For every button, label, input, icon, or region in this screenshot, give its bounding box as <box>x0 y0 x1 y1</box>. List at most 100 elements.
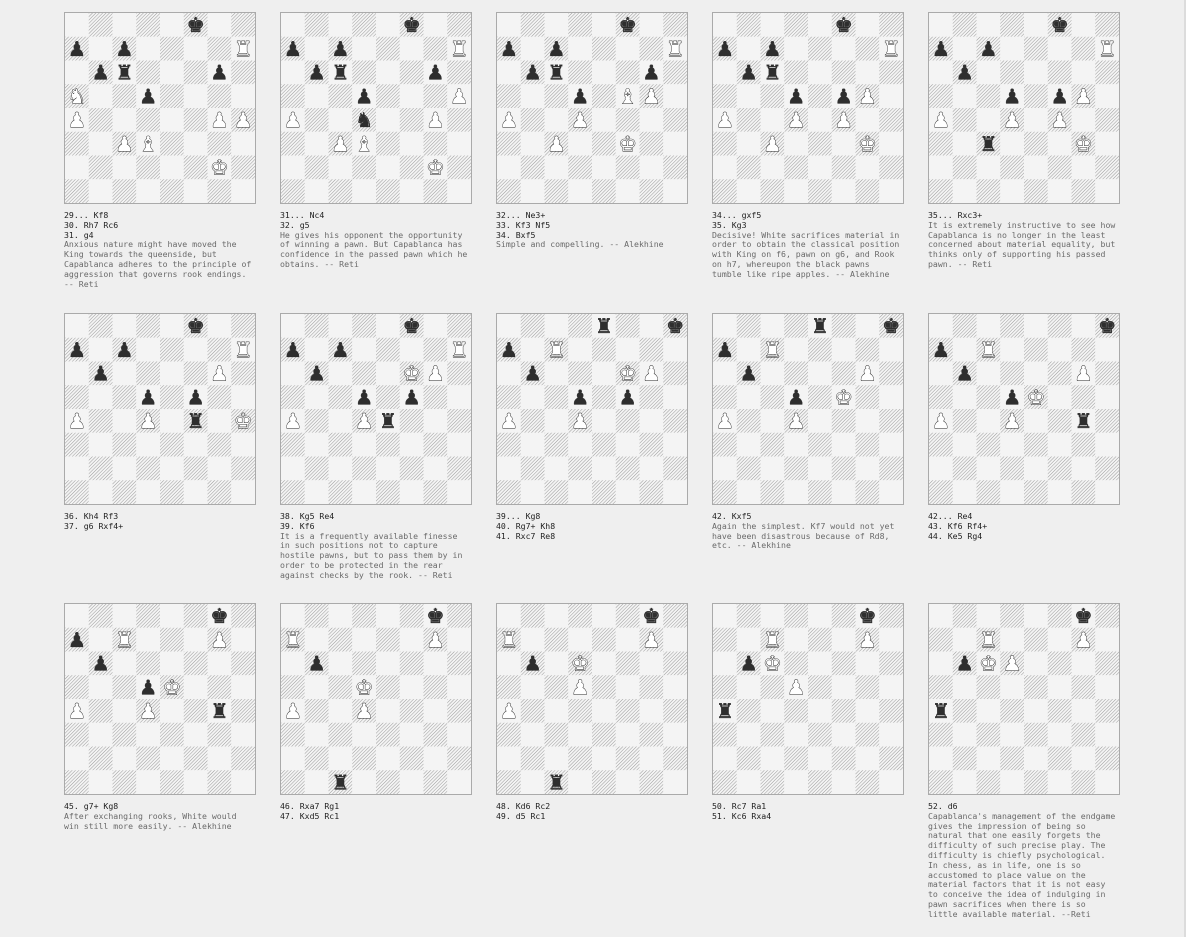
light-square <box>929 314 953 338</box>
dark-square <box>976 770 1001 794</box>
light-square <box>160 651 184 676</box>
black-pawn-icon: ♟ <box>642 61 660 85</box>
light-square <box>952 179 977 203</box>
black-pawn-icon: ♟ <box>523 652 541 676</box>
dark-square <box>497 770 521 794</box>
dark-square <box>952 409 977 433</box>
dark-square <box>207 84 232 109</box>
white-pawn-icon: ♟ <box>1074 84 1092 108</box>
light-square <box>544 314 569 338</box>
dark-square <box>663 361 687 386</box>
light-square <box>65 155 89 180</box>
dark-square <box>568 746 593 771</box>
dark-square <box>520 456 545 481</box>
dark-square <box>497 84 521 109</box>
light-square <box>736 131 761 156</box>
black-rook-icon: ♜ <box>547 770 565 794</box>
dark-square <box>879 155 903 180</box>
light-square <box>328 155 353 180</box>
light-square <box>207 409 232 433</box>
dark-square <box>760 179 785 203</box>
light-square <box>183 84 208 109</box>
dark-square <box>88 746 113 771</box>
light-square <box>423 699 448 723</box>
light-square <box>281 746 305 771</box>
white-pawn-icon: ♟ <box>500 699 518 723</box>
dark-square <box>736 108 761 132</box>
dark-square <box>929 432 953 457</box>
white-pawn-icon: ♟ <box>787 409 805 433</box>
black-pawn-icon: ♟ <box>716 37 734 61</box>
light-square <box>808 108 832 132</box>
chess-board: ♚ ♟ ♟ ♜ ♟ ♜ ♟ ♟ ♟ ♟ ♞ ♟ ♟ ♝ ♚ <box>280 12 472 204</box>
diagram-caption: 42. Kxf5 Again the simplest. Kf7 would no… <box>712 511 904 551</box>
dark-square <box>1071 722 1096 747</box>
dark-square <box>136 60 161 85</box>
light-square <box>760 746 785 771</box>
light-square <box>568 432 593 457</box>
light-square <box>855 155 880 180</box>
dark-square <box>952 108 977 132</box>
dark-square <box>592 770 616 794</box>
black-rook-icon: ♜ <box>210 699 228 723</box>
light-square <box>88 432 113 457</box>
dark-square <box>112 179 137 203</box>
light-square <box>231 131 255 156</box>
chess-board: ♚ ♟ ♟ ♜ ♟ ♜ ♟ ♞ ♟ ♟ ♟ ♟ ♟ ♝ ♚ <box>64 12 256 204</box>
dark-square <box>1095 604 1119 628</box>
dark-square <box>423 385 448 410</box>
dark-square <box>1095 456 1119 481</box>
light-square <box>639 651 664 676</box>
dark-square <box>352 314 377 338</box>
dark-square <box>447 409 471 433</box>
black-pawn-icon: ♟ <box>331 37 349 61</box>
black-pawn-icon: ♟ <box>68 628 86 652</box>
black-pawn-icon: ♟ <box>787 385 805 409</box>
light-square <box>304 84 329 109</box>
diagram-caption: 36. Kh4 Rf3 37. g6 Rxf4+ <box>64 511 256 532</box>
light-square <box>136 722 161 747</box>
light-square <box>160 361 184 386</box>
light-square <box>976 699 1001 723</box>
black-pawn-icon: ♟ <box>331 338 349 362</box>
light-square <box>808 155 832 180</box>
dark-square <box>231 604 255 628</box>
light-square <box>592 108 616 132</box>
dark-square <box>615 651 640 676</box>
light-square <box>544 604 569 628</box>
dark-square <box>713 432 737 457</box>
dark-square <box>976 675 1001 700</box>
light-square <box>231 480 255 504</box>
dark-square <box>304 604 329 628</box>
light-square <box>88 722 113 747</box>
light-square <box>136 36 161 61</box>
dark-square <box>207 480 232 504</box>
white-knight-icon: ♞ <box>68 84 86 108</box>
light-square <box>952 627 977 652</box>
dark-square <box>423 337 448 362</box>
white-pawn-icon: ♟ <box>858 628 876 652</box>
dark-square <box>615 456 640 481</box>
light-square <box>592 155 616 180</box>
black-pawn-icon: ♟ <box>523 362 541 386</box>
light-square <box>136 770 161 794</box>
light-square <box>1095 84 1119 109</box>
dark-square <box>713 770 737 794</box>
dark-square <box>855 36 880 61</box>
dark-square <box>855 432 880 457</box>
annotation-comment: Again the simplest. Kf7 would not yet ha… <box>712 520 900 551</box>
chess-board: ♚ ♟ ♜ ♟ ♟ ♟ ♚ ♟ ♟ ♜ <box>64 603 256 795</box>
dark-square <box>88 409 113 433</box>
black-pawn-icon: ♟ <box>955 362 973 386</box>
dark-square <box>952 604 977 628</box>
white-pawn-icon: ♟ <box>1003 108 1021 132</box>
light-square <box>520 337 545 362</box>
white-pawn-icon: ♟ <box>1050 108 1068 132</box>
white-rook-icon: ♜ <box>234 338 252 362</box>
dark-square <box>855 337 880 362</box>
dark-square <box>231 361 255 386</box>
light-square <box>304 722 329 747</box>
white-rook-icon: ♜ <box>666 37 684 61</box>
white-king-icon: ♚ <box>163 675 181 699</box>
dark-square <box>831 409 856 433</box>
